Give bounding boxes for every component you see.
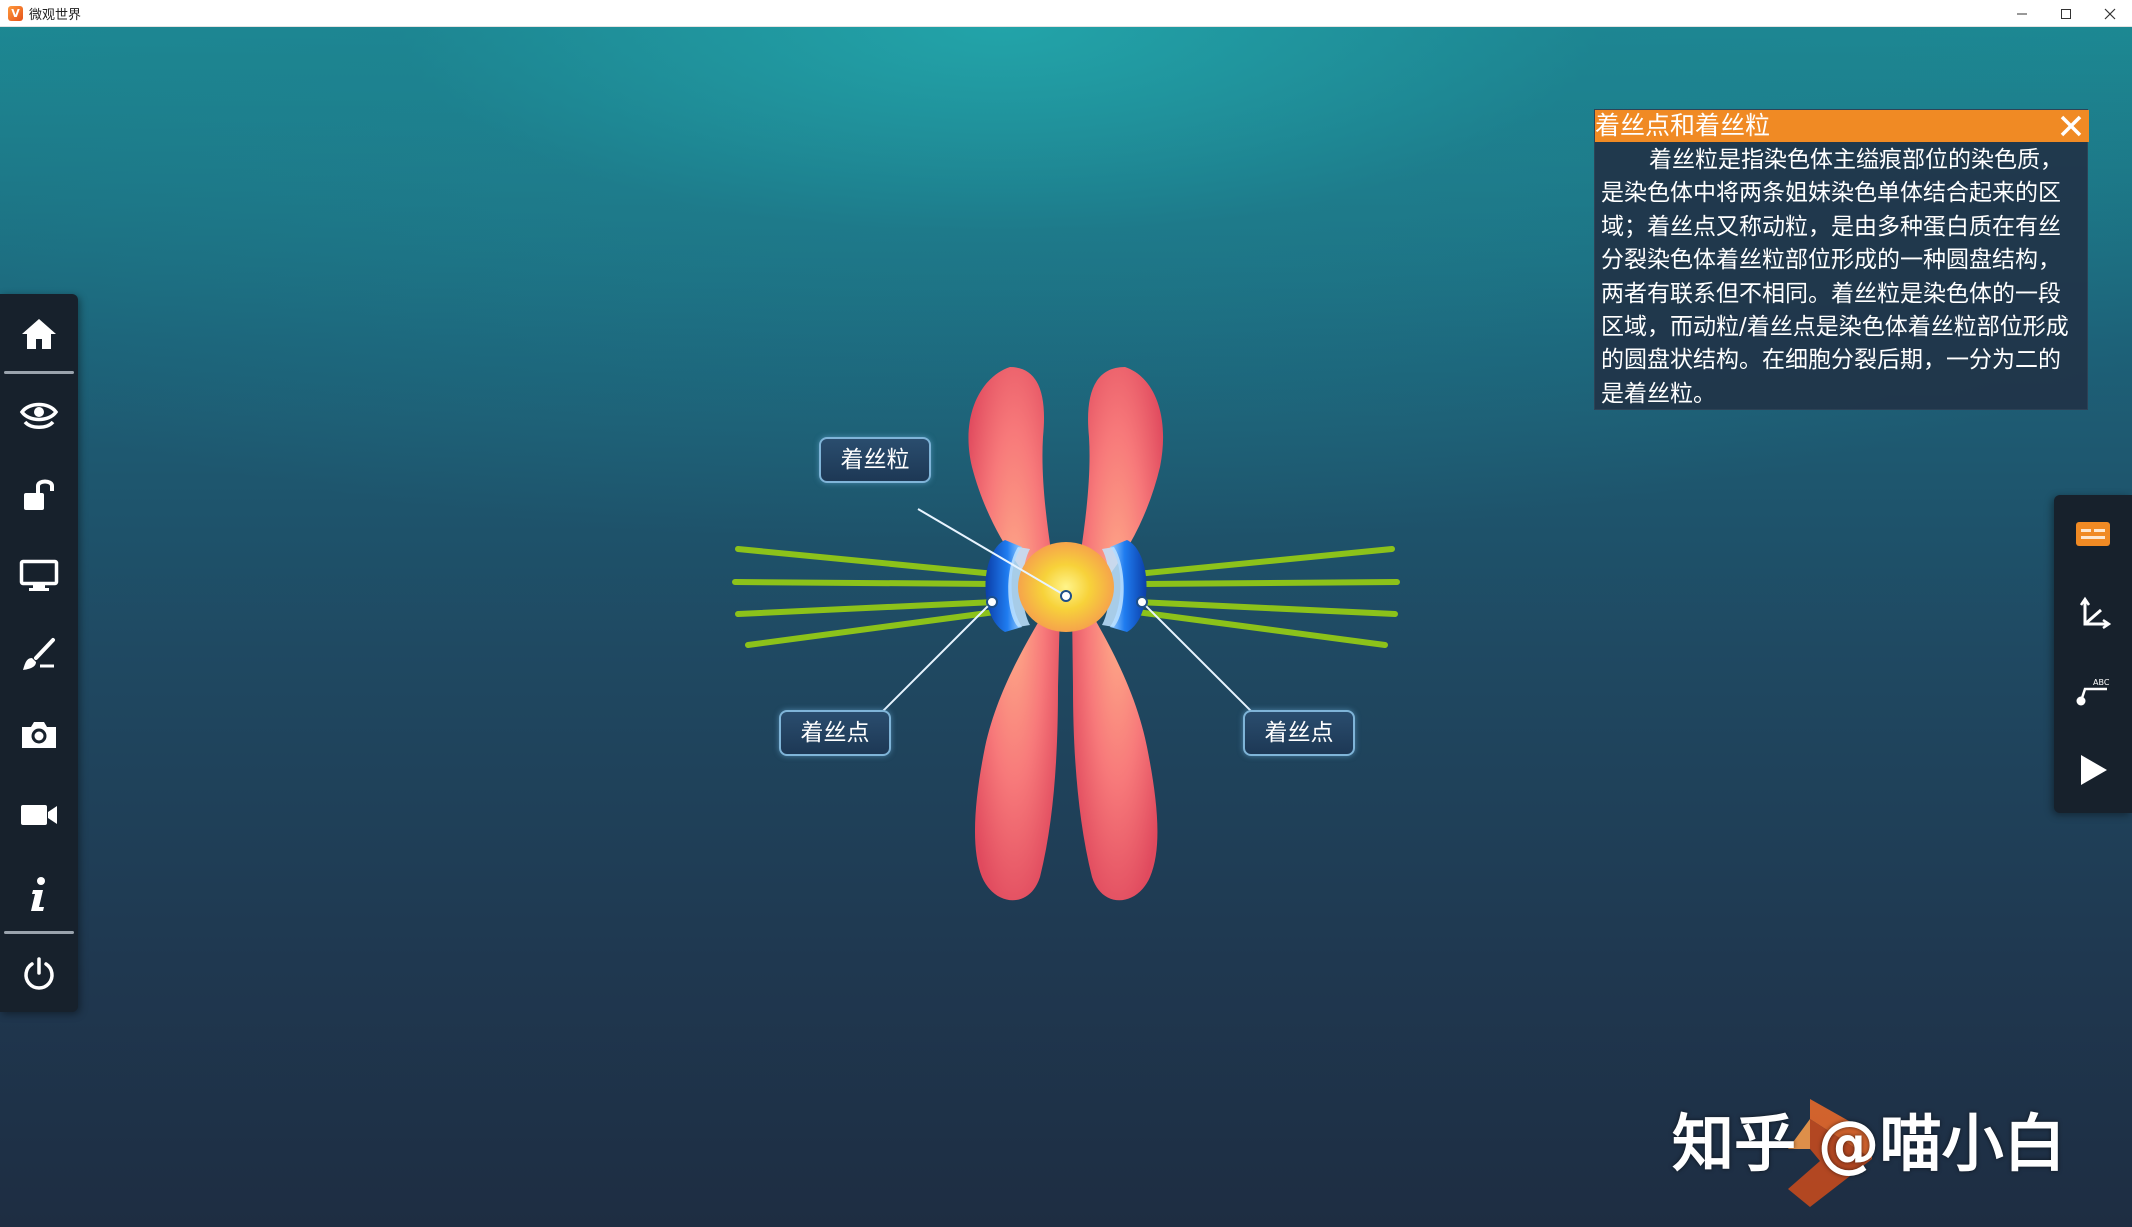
power-button[interactable]: [0, 934, 78, 1014]
info-panel-close-button[interactable]: [2055, 110, 2087, 142]
info-panel: 着丝点和着丝粒 着丝粒是指染色体主缢痕部位的染色质，是染色体中将两条姐妹染色单体…: [1594, 109, 2089, 410]
draw-button[interactable]: [0, 615, 78, 695]
scene-viewport[interactable]: 着丝粒 着丝点 着丝点 ABC 着丝点和着丝粒 着丝粒是指染色体主缢痕部位的染色…: [0, 27, 2132, 1227]
record-button[interactable]: [0, 775, 78, 855]
close-window-button[interactable]: [2088, 0, 2132, 27]
close-icon: [2060, 115, 2082, 137]
close-icon: [2104, 8, 2116, 19]
label-kinetochore-right[interactable]: 着丝点: [1243, 710, 1355, 756]
info-panel-header: 着丝点和着丝粒: [1595, 110, 2089, 142]
chromatid-left: [968, 367, 1060, 901]
window-title: 微观世界: [29, 7, 82, 23]
right-toolbar: ABC: [2054, 495, 2132, 813]
minimize-icon: [2017, 13, 2027, 14]
info-icon: [31, 877, 45, 911]
brush-icon: [23, 638, 55, 670]
video-icon: [21, 805, 57, 825]
chromatid-right: [1072, 367, 1164, 901]
screenshot-button[interactable]: [0, 695, 78, 775]
toolbar-divider: [4, 371, 74, 374]
camera-icon: [22, 722, 56, 748]
app-logo-icon: V: [8, 5, 23, 21]
maximize-icon: [2061, 8, 2071, 19]
play-icon: [2081, 755, 2107, 785]
power-icon: [24, 957, 54, 990]
info-panel-title: 着丝点和着丝粒: [1595, 111, 1771, 140]
label-pin-icon: ABC: [2076, 678, 2110, 706]
title-bar: V 微观世界: [0, 0, 2132, 27]
labels-button[interactable]: ABC: [2054, 653, 2132, 731]
play-button[interactable]: [2054, 731, 2132, 809]
maximize-button[interactable]: [2044, 0, 2088, 27]
lock-button[interactable]: [0, 455, 78, 535]
caption-icon: [2076, 522, 2110, 546]
axes-button[interactable]: [2054, 575, 2132, 653]
label-centromere[interactable]: 着丝粒: [819, 437, 931, 483]
svg-text:ABC: ABC: [2093, 678, 2110, 687]
eye-icon: [19, 402, 59, 429]
axis-icon: [2079, 596, 2111, 630]
view-button[interactable]: [0, 375, 78, 455]
info-panel-body: 着丝粒是指染色体主缢痕部位的染色质，是染色体中将两条姐妹染色单体结合起来的区域；…: [1601, 147, 2069, 407]
monitor-icon: [19, 559, 59, 591]
minimize-button[interactable]: [2000, 0, 2044, 27]
spindle-fibers-right: [1134, 546, 1400, 648]
watermark-text: 知乎 @喵小白: [1672, 1107, 2066, 1180]
subtitles-button[interactable]: [2054, 495, 2132, 573]
label-kinetochore-left[interactable]: 着丝点: [779, 710, 891, 756]
info-button[interactable]: [0, 855, 78, 935]
centromere[interactable]: [1018, 542, 1114, 632]
left-toolbar: [0, 294, 78, 1012]
unlock-icon: [24, 479, 54, 510]
home-icon: [22, 319, 56, 349]
home-button[interactable]: [0, 294, 78, 374]
spindle-fibers-left: [732, 546, 998, 648]
display-button[interactable]: [0, 535, 78, 615]
